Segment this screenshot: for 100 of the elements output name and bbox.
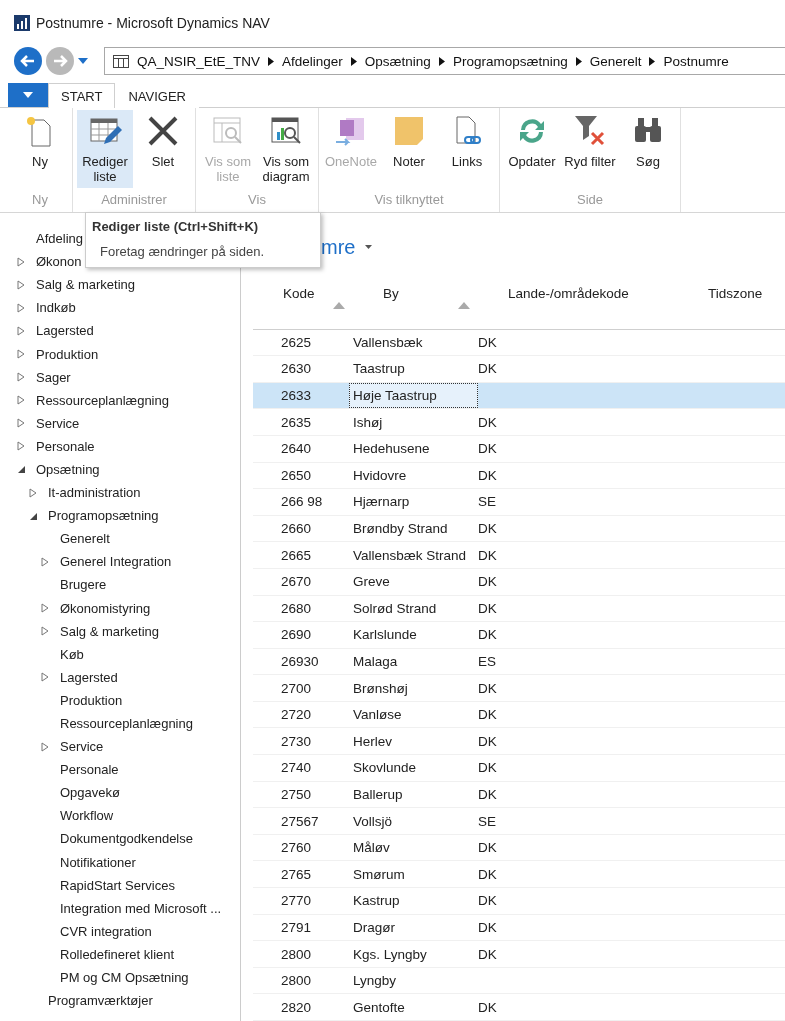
ribbon-button[interactable]: Søg bbox=[620, 110, 676, 188]
collapsed-arrow-icon[interactable] bbox=[16, 418, 26, 429]
group-label: Administrer bbox=[101, 192, 167, 209]
table-cell: DK bbox=[478, 946, 497, 962]
navigation-item[interactable]: Dokumentgodkendelse bbox=[60, 831, 193, 847]
breadcrumb-item[interactable]: Opsætning bbox=[364, 53, 431, 69]
navigation-item[interactable]: Service bbox=[60, 739, 104, 755]
navigation-item[interactable]: Personale bbox=[36, 438, 95, 454]
collapsed-arrow-icon[interactable] bbox=[16, 325, 26, 336]
navigation-item[interactable]: It-administration bbox=[48, 485, 141, 501]
column-header[interactable]: Tidszone bbox=[708, 285, 763, 301]
navigation-item[interactable]: Personale bbox=[60, 762, 119, 778]
breadcrumb-item[interactable]: Afdelinger bbox=[282, 53, 343, 69]
navigation-item[interactable]: CVR integration bbox=[60, 923, 152, 939]
navigation-item[interactable]: Lagersted bbox=[60, 669, 118, 685]
navigation-item[interactable]: Programværktøjer bbox=[48, 993, 153, 1009]
ribbon-button[interactable]: Slet bbox=[135, 110, 191, 188]
ribbon-button[interactable]: Rediger liste bbox=[77, 110, 133, 188]
navigation-item[interactable]: Salg & marketing bbox=[36, 277, 135, 293]
table-cell: DK bbox=[478, 733, 497, 749]
ribbon-tab[interactable]: START bbox=[48, 83, 116, 108]
caret-icon bbox=[23, 92, 33, 98]
table-cell: Brøndby Strand bbox=[353, 521, 448, 536]
table-cell: DK bbox=[478, 521, 497, 536]
table-cell: DK bbox=[478, 866, 497, 882]
navigation-item[interactable]: Produktion bbox=[36, 346, 99, 362]
column-header[interactable]: By bbox=[383, 285, 399, 301]
collapsed-arrow-icon[interactable] bbox=[28, 487, 38, 498]
table-cell: Hjærnarp bbox=[353, 494, 410, 510]
collapsed-arrow-icon[interactable] bbox=[40, 603, 50, 614]
navigation-item[interactable]: Ressourceplanlægning bbox=[36, 392, 169, 408]
collapsed-arrow-icon[interactable] bbox=[40, 741, 50, 752]
table-cell: Vallensbæk Strand bbox=[353, 547, 467, 563]
navigation-item[interactable]: Indkøb bbox=[36, 300, 76, 316]
navigation-item[interactable]: Opsætning bbox=[36, 462, 100, 477]
table-cell: DK bbox=[478, 547, 497, 563]
group-label: Vis bbox=[248, 192, 266, 209]
breadcrumb-item[interactable]: Postnumre bbox=[663, 53, 729, 69]
clear-filter-icon bbox=[573, 114, 607, 148]
table-cell: 26930 bbox=[281, 654, 319, 669]
collapsed-arrow-icon[interactable] bbox=[16, 349, 26, 359]
collapsed-arrow-icon[interactable] bbox=[40, 672, 50, 683]
dropdown-caret-icon[interactable] bbox=[78, 58, 88, 64]
collapsed-arrow-icon[interactable] bbox=[16, 302, 26, 313]
navigation-item[interactable]: Økonon bbox=[36, 254, 82, 270]
navigation-item[interactable]: Sager bbox=[36, 369, 71, 385]
navigation-item[interactable]: Køb bbox=[60, 646, 84, 662]
navigation-item[interactable]: Lagersted bbox=[36, 323, 94, 339]
navigation-item[interactable]: Rolledefineret klient bbox=[60, 946, 175, 962]
navigation-item[interactable]: Service bbox=[36, 415, 80, 431]
navigation-item[interactable]: PM og CM Opsætning bbox=[60, 970, 189, 986]
navigation-item[interactable]: Generelt bbox=[60, 531, 110, 547]
note-icon bbox=[392, 114, 426, 148]
address-bar[interactable]: QA_NSIR_EtE_TNV Afdelinger Opsætning Programopsætning Generelt Postnumre bbox=[104, 47, 785, 75]
ribbon-button[interactable]: Opdater bbox=[504, 110, 560, 188]
breadcrumb-item[interactable]: QA_NSIR_EtE_TNV bbox=[137, 53, 261, 69]
navigation-item[interactable]: Ressourceplanlægning bbox=[60, 716, 193, 731]
expanded-arrow-icon[interactable] bbox=[16, 464, 26, 475]
collapsed-arrow-icon[interactable] bbox=[40, 626, 50, 637]
table-cell: Vollsjö bbox=[353, 813, 393, 829]
navigation-item[interactable]: Opgavekø bbox=[60, 785, 120, 801]
navigation-item[interactable]: Brugere bbox=[60, 577, 107, 593]
ribbon-button[interactable]: Noter bbox=[381, 110, 437, 188]
ribbon-button[interactable]: Ryd filter bbox=[562, 110, 618, 188]
table-cell: Hedehusene bbox=[353, 441, 430, 457]
navigation-item[interactable]: Programopsætning bbox=[48, 508, 159, 524]
column-header[interactable]: Kode bbox=[283, 285, 315, 301]
collapsed-arrow-icon[interactable] bbox=[16, 372, 26, 383]
table-cell: Skovlunde bbox=[353, 760, 417, 776]
table-cell: DK bbox=[478, 760, 497, 776]
collapsed-arrow-icon[interactable] bbox=[16, 256, 26, 267]
collapsed-arrow-icon[interactable] bbox=[16, 279, 26, 290]
table-cell: 2630 bbox=[281, 361, 312, 377]
table-row[interactable]: 2633 Høje Taastrup bbox=[253, 382, 785, 410]
breadcrumb-item[interactable]: Programopsætning bbox=[452, 53, 568, 69]
navigation-item[interactable]: Integration med Microsoft ... bbox=[60, 900, 222, 916]
column-header[interactable]: Lande-/områdekode bbox=[508, 285, 629, 301]
navigation-item[interactable]: Generel Integration bbox=[60, 554, 172, 570]
navigation-item[interactable]: Afdeling bbox=[36, 231, 83, 247]
collapsed-arrow-icon[interactable] bbox=[16, 441, 26, 452]
back-button[interactable] bbox=[14, 47, 42, 75]
app-menu-button[interactable] bbox=[8, 83, 48, 107]
navigation-item[interactable]: Økonomistyring bbox=[60, 600, 151, 616]
breadcrumb-item[interactable]: Generelt bbox=[589, 53, 642, 69]
collapsed-arrow-icon[interactable] bbox=[16, 395, 26, 406]
ribbon-button[interactable]: Vis som diagram bbox=[258, 110, 314, 188]
table-cell: Greve bbox=[353, 574, 390, 590]
navigation-item[interactable]: Workflow bbox=[60, 808, 114, 824]
dropdown-caret-icon[interactable] bbox=[365, 245, 373, 250]
navigation-item[interactable]: Notifikationer bbox=[60, 854, 136, 870]
navigation-item[interactable]: RapidStart Services bbox=[60, 877, 175, 893]
ribbon-button[interactable]: Ny bbox=[12, 110, 68, 188]
table-cell: 266 98 bbox=[281, 494, 323, 510]
collapsed-arrow-icon[interactable] bbox=[40, 556, 50, 567]
navigation-item[interactable]: Produktion bbox=[60, 692, 123, 708]
navigation-item[interactable]: Salg & marketing bbox=[60, 623, 159, 639]
ribbon-button[interactable]: Links bbox=[439, 110, 495, 188]
table-cell: DK bbox=[478, 414, 497, 430]
table-cell: Solrød Strand bbox=[353, 600, 437, 616]
table-cell: Brønshøj bbox=[353, 680, 408, 696]
